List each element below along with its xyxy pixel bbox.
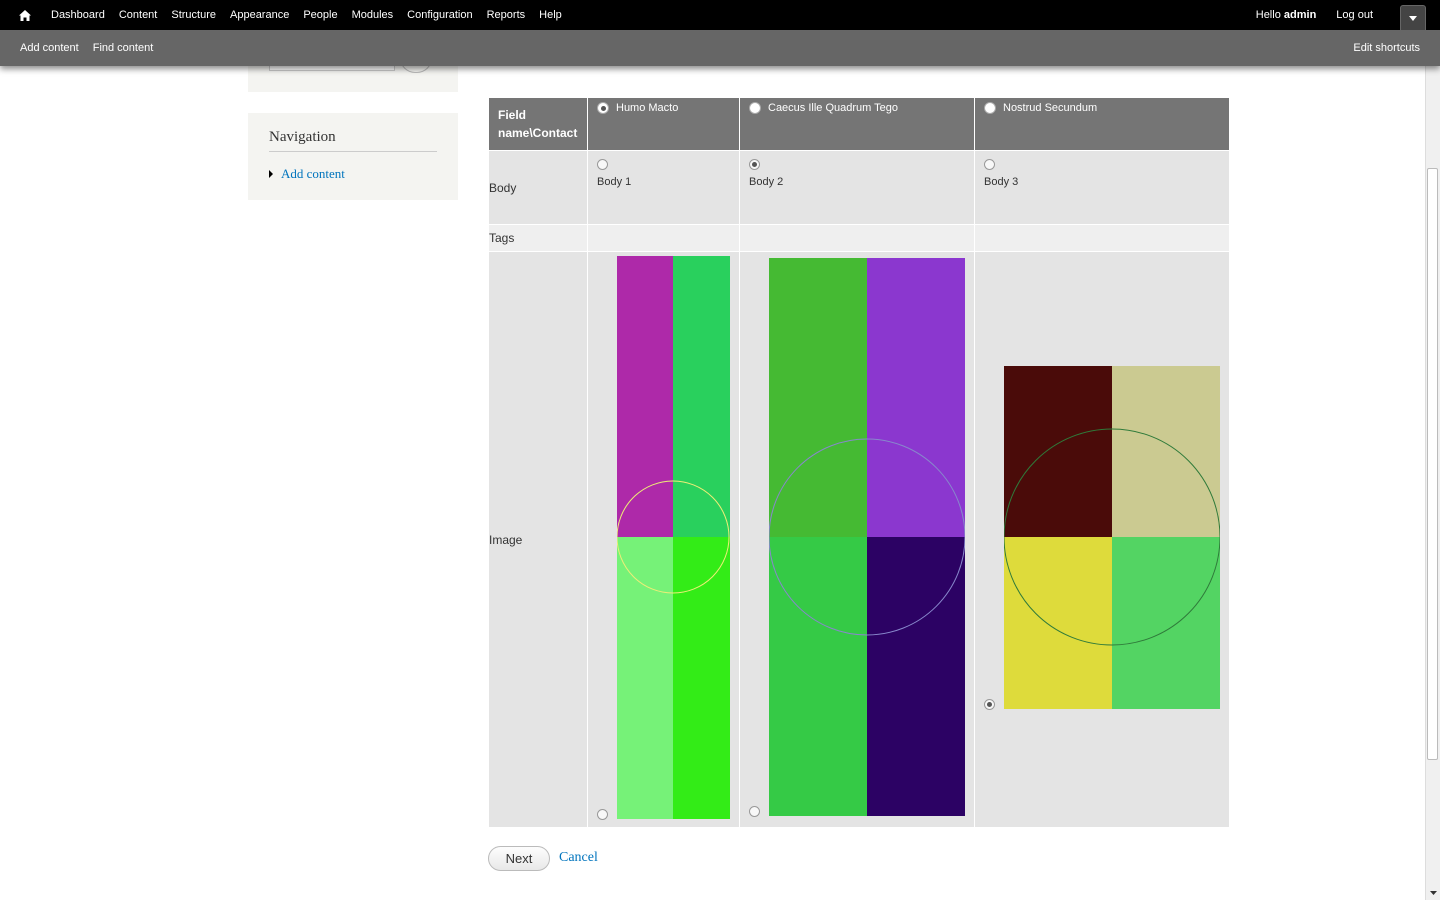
contact-2-radio[interactable] <box>749 102 761 114</box>
admin-toolbar: Dashboard Content Structure Appearance P… <box>0 0 1440 66</box>
image-3-radio[interactable] <box>984 699 995 710</box>
menu-item-reports[interactable]: Reports <box>487 0 526 30</box>
contact-3-radio[interactable] <box>984 102 996 114</box>
logout-link[interactable]: Log out <box>1336 9 1373 21</box>
menu-item-help[interactable]: Help <box>539 0 562 30</box>
contact-name: Caecus Ille Quadrum Tego <box>768 102 899 114</box>
table-header-row: Field name\Contact Humo Macto Caecus Ill… <box>488 97 1230 151</box>
header-line-2: name\Contact <box>498 126 578 140</box>
image-quadrant <box>769 537 867 816</box>
shortcuts-bar: Add content Find content Edit shortcuts <box>0 30 1440 66</box>
image-quadrant <box>617 537 673 819</box>
shortcut-add-content[interactable]: Add content <box>20 42 79 54</box>
body-cell-2: Body 2 <box>739 150 975 225</box>
vertical-scrollbar[interactable] <box>1425 0 1440 900</box>
shortcuts-toggle-button[interactable] <box>1400 5 1426 31</box>
navigation-title: Navigation <box>269 129 336 145</box>
admin-menu: Dashboard Content Structure Appearance P… <box>37 0 562 30</box>
body-1-radio[interactable] <box>597 159 608 170</box>
column-header-contact-3: Nostrud Secundum <box>974 97 1230 151</box>
image-quadrant <box>673 537 730 819</box>
table-row-tags: Tags <box>488 224 1230 252</box>
row-label-image: Image <box>488 251 588 828</box>
home-icon[interactable] <box>13 0 37 30</box>
greeting-prefix: Hello <box>1255 9 1281 21</box>
image-quadrant <box>1112 537 1220 709</box>
triangle-right-icon <box>269 170 273 178</box>
image-quadrant <box>1112 366 1220 537</box>
body-2-radio[interactable] <box>749 159 760 170</box>
row-label-body: Body <box>488 150 588 225</box>
nav-item-label[interactable]: Add content <box>281 166 345 182</box>
menu-item-modules[interactable]: Modules <box>352 0 394 30</box>
menu-item-structure[interactable]: Structure <box>171 0 216 30</box>
body-value: Body 1 <box>597 176 632 188</box>
divider <box>269 151 437 152</box>
body-cell-3: Body 3 <box>974 150 1230 225</box>
image-cell-3 <box>974 251 1230 828</box>
next-button[interactable]: Next <box>488 846 550 871</box>
user-area: Hello admin Log out <box>1256 0 1440 31</box>
shortcut-find-content[interactable]: Find content <box>93 42 154 54</box>
image-cell-2 <box>739 251 975 828</box>
image-quadrant <box>1004 366 1112 537</box>
column-header-contact-2: Caecus Ille Quadrum Tego <box>739 97 975 151</box>
nav-item-add-content[interactable]: Add content <box>269 166 345 182</box>
menu-item-dashboard[interactable]: Dashboard <box>51 0 105 30</box>
menu-item-people[interactable]: People <box>303 0 337 30</box>
tags-cell-2 <box>739 224 975 252</box>
table-row-image: Image <box>488 251 1230 828</box>
image-1-radio[interactable] <box>597 809 608 820</box>
cancel-link[interactable]: Cancel <box>559 850 598 866</box>
image-quadrant <box>867 258 965 537</box>
body-value: Body 2 <box>749 176 784 188</box>
image-quadrant <box>1004 537 1112 709</box>
merge-contacts-table: Field name\Contact Humo Macto Caecus Ill… <box>488 97 1230 828</box>
row-label-tags: Tags <box>488 224 588 252</box>
body-3-radio[interactable] <box>984 159 995 170</box>
username-link[interactable]: admin <box>1284 9 1316 21</box>
contact-name: Nostrud Secundum <box>1003 102 1098 114</box>
body-value: Body 3 <box>984 176 1019 188</box>
edit-shortcuts-link[interactable]: Edit shortcuts <box>1353 42 1420 54</box>
table-row-body: Body Body 1 Body 2 Body 3 <box>488 150 1230 225</box>
image-quadrant <box>769 258 867 537</box>
scrollbar-thumb[interactable] <box>1427 168 1438 760</box>
image-thumbnail-3 <box>1004 366 1220 709</box>
tags-cell-3 <box>974 224 1230 252</box>
toolbar-bar: Dashboard Content Structure Appearance P… <box>0 0 1440 31</box>
menu-item-configuration[interactable]: Configuration <box>407 0 472 30</box>
image-thumbnail-1 <box>617 256 730 819</box>
image-quadrant <box>673 256 730 537</box>
image-quadrant <box>617 256 673 537</box>
column-header-field: Field name\Contact <box>488 97 588 151</box>
navigation-block: Navigation Add content <box>248 113 458 200</box>
image-cell-1 <box>587 251 740 828</box>
column-header-contact-1: Humo Macto <box>587 97 740 151</box>
greeting: Hello admin <box>1256 9 1317 21</box>
header-line-1: Field <box>498 108 527 122</box>
contact-1-radio[interactable] <box>597 102 609 114</box>
body-cell-1: Body 1 <box>587 150 740 225</box>
tags-cell-1 <box>587 224 740 252</box>
chevron-down-icon <box>1409 15 1417 21</box>
menu-item-appearance[interactable]: Appearance <box>230 0 289 30</box>
contact-name: Humo Macto <box>616 102 679 114</box>
scroll-down-arrow-icon[interactable] <box>1426 886 1440 900</box>
image-thumbnail-2 <box>769 258 965 816</box>
menu-item-content[interactable]: Content <box>119 0 158 30</box>
image-2-radio[interactable] <box>749 806 760 817</box>
image-quadrant <box>867 537 965 816</box>
